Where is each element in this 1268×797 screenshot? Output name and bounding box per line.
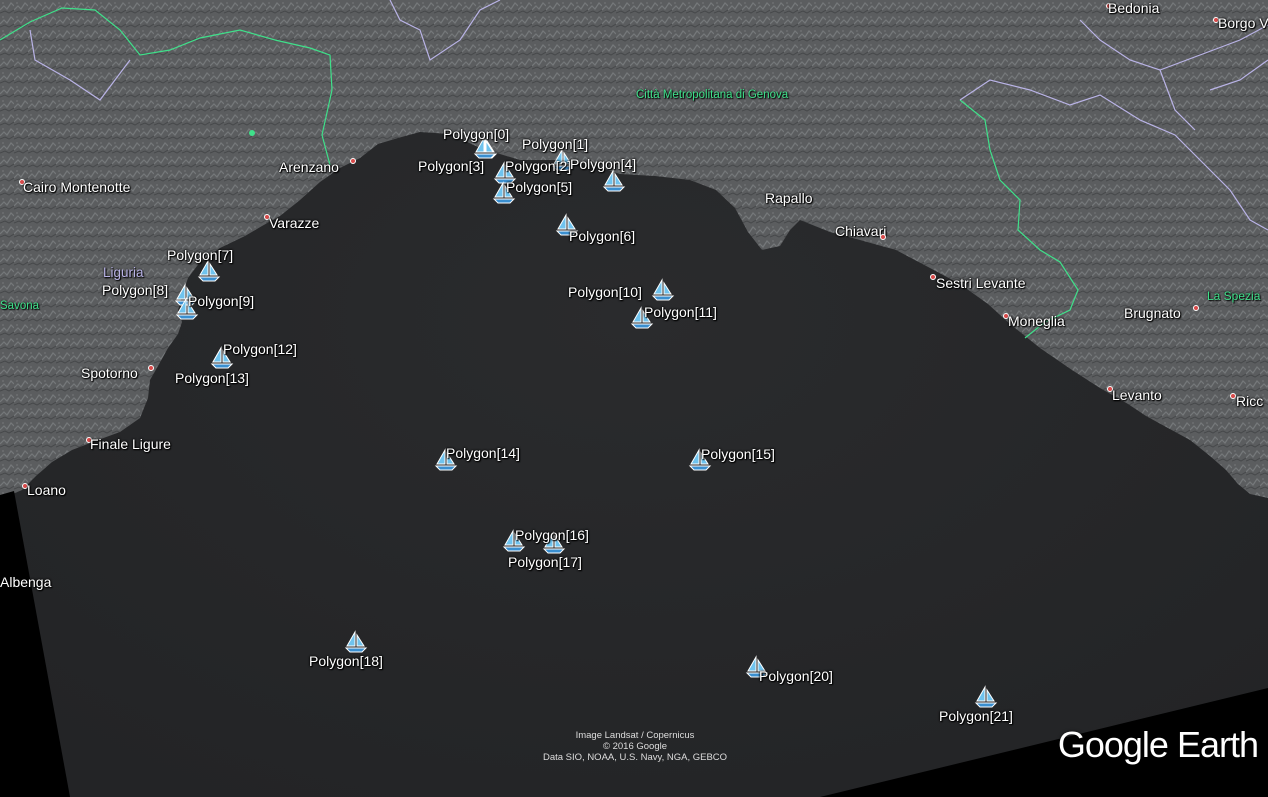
- marker-label[interactable]: Polygon[2]: [505, 158, 571, 174]
- google-earth-logo: Google Earth: [1057, 724, 1259, 766]
- place-label-chiavari: Chiavari: [835, 223, 887, 239]
- place-label-rapallo: Rapallo: [765, 190, 813, 206]
- marker-label[interactable]: Polygon[3]: [418, 158, 484, 174]
- marker-label[interactable]: Polygon[12]: [223, 341, 297, 357]
- place-label-levanto: Levanto: [1112, 387, 1162, 403]
- marker-label[interactable]: Polygon[20]: [759, 668, 833, 684]
- place-label-varazze: Varazze: [269, 215, 320, 231]
- sailboat-icon[interactable]: [974, 685, 998, 709]
- marker-label[interactable]: Polygon[21]: [939, 708, 1013, 724]
- attribution-imagery: Image Landsat / Copernicus: [575, 730, 695, 741]
- marker-label[interactable]: Polygon[10]: [568, 284, 642, 300]
- place-label-sestri: Sestri Levante: [936, 275, 1026, 291]
- terrain-marker-icon: [249, 130, 255, 136]
- place-dot: [880, 234, 886, 240]
- marker-label[interactable]: Polygon[0]: [443, 126, 509, 142]
- marker-label[interactable]: Polygon[11]: [644, 304, 717, 320]
- place-label-borgo: Borgo V: [1218, 15, 1268, 31]
- logo-word-google: Google: [1057, 724, 1169, 765]
- sailboat-icon[interactable]: [344, 630, 368, 654]
- place-label-bedonia: Bedonia: [1108, 0, 1160, 16]
- place-label-albenga: Albenga: [0, 574, 52, 590]
- sailboat-icon[interactable]: [651, 278, 675, 302]
- place-label-liguria: Liguria: [103, 265, 144, 280]
- marker-label[interactable]: Polygon[9]: [188, 293, 254, 309]
- marker-label[interactable]: Polygon[7]: [167, 247, 233, 263]
- sailboat-icon[interactable]: [602, 169, 626, 193]
- marker-label[interactable]: Polygon[1]: [522, 136, 588, 152]
- satellite-map[interactable]: [0, 0, 1268, 797]
- place-label-savona: Savona: [0, 300, 40, 312]
- imagery-attribution: Image Landsat / Copernicus © 2016 Google…: [520, 730, 750, 763]
- place-label-genova-metro: Città Metropolitana di Genova: [636, 89, 789, 101]
- place-label-ricc: Ricc: [1236, 393, 1264, 409]
- marker-label[interactable]: Polygon[6]: [569, 228, 635, 244]
- marker-label[interactable]: Polygon[17]: [508, 554, 582, 570]
- place-dot: [350, 158, 356, 164]
- place-label-arenzano: Arenzano: [279, 159, 339, 175]
- place-label-loano: Loano: [27, 482, 66, 498]
- place-label-moneglia: Moneglia: [1008, 313, 1065, 329]
- place-dot: [148, 365, 154, 371]
- marker-label[interactable]: Polygon[8]: [102, 282, 168, 298]
- marker-label[interactable]: Polygon[14]: [446, 445, 520, 461]
- attribution-data: Data SIO, NOAA, U.S. Navy, NGA, GEBCO: [542, 752, 728, 763]
- marker-label[interactable]: Polygon[5]: [506, 179, 572, 195]
- marker-label[interactable]: Polygon[16]: [515, 527, 589, 543]
- place-label-brugnato: Brugnato: [1124, 305, 1181, 321]
- place-label-cairo: Cairo Montenotte: [23, 179, 131, 195]
- place-label-la-spezia: La Spezia: [1207, 289, 1261, 303]
- marker-label[interactable]: Polygon[4]: [570, 156, 636, 172]
- place-label-spotorno: Spotorno: [81, 365, 138, 381]
- place-dot: [1193, 305, 1199, 311]
- marker-label[interactable]: Polygon[15]: [701, 446, 775, 462]
- marker-label[interactable]: Polygon[13]: [175, 370, 249, 386]
- attribution-copyright: © 2016 Google: [602, 741, 668, 752]
- logo-word-earth: Earth: [1176, 724, 1259, 765]
- place-label-finale: Finale Ligure: [90, 436, 171, 452]
- marker-label[interactable]: Polygon[18]: [309, 653, 383, 669]
